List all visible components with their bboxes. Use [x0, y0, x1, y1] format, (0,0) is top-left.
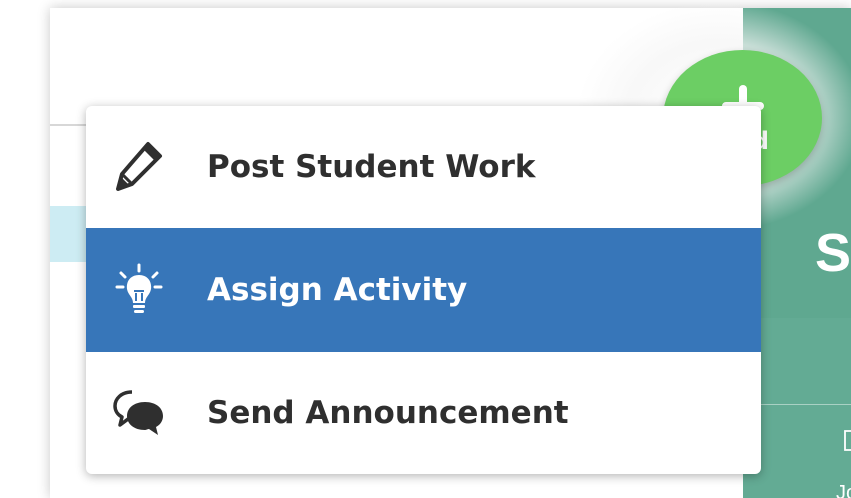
lightbulb-icon	[112, 263, 166, 317]
journal-book-icon[interactable]	[843, 428, 851, 454]
menu-item-label: Send Announcement	[207, 395, 569, 431]
journal-tab-label[interactable]: Jourr	[836, 482, 851, 498]
chat-bubbles-icon	[112, 386, 166, 440]
add-menu-dropdown: Post Student Work Assign Activity Send A…	[86, 106, 761, 474]
pencil-icon	[112, 140, 166, 194]
menu-item-send-announcement[interactable]: Send Announcement	[86, 352, 761, 474]
side-card-heading: ST	[815, 223, 851, 283]
menu-item-post-student-work[interactable]: Post Student Work	[86, 106, 761, 228]
screenshot-stage: ST Jourr Add Post	[0, 0, 851, 498]
menu-item-assign-activity[interactable]: Assign Activity	[86, 228, 761, 352]
menu-item-label: Post Student Work	[207, 149, 536, 185]
menu-item-label: Assign Activity	[207, 272, 468, 308]
